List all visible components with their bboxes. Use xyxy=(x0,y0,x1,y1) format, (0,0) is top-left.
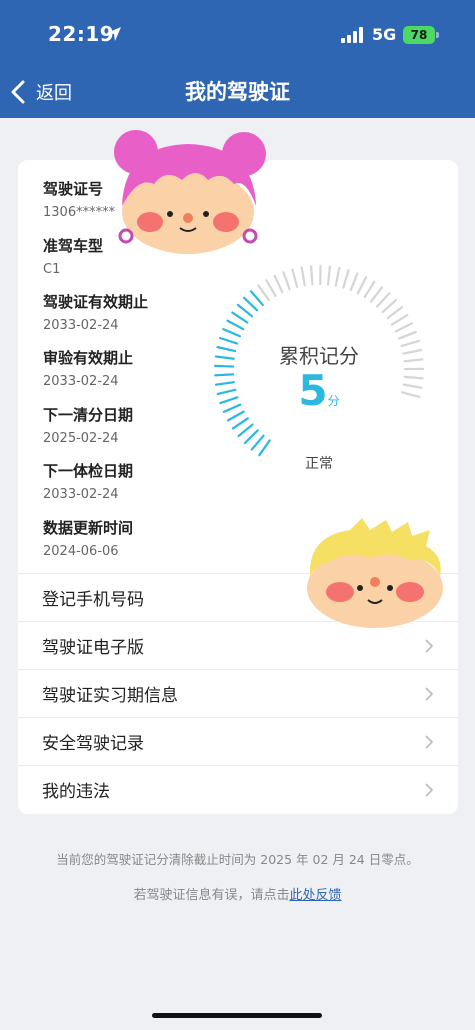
gauge-status: 正常 xyxy=(305,456,333,472)
gauge-tick xyxy=(249,290,264,307)
network-label: 5G xyxy=(372,25,397,44)
gauge-tick xyxy=(250,434,265,451)
gauge-tick xyxy=(222,328,242,338)
gauge-tick xyxy=(349,272,359,292)
menu-label: 驾驶证实习期信息 xyxy=(42,686,178,706)
gauge-tick xyxy=(326,265,332,286)
page-title: 我的驾驶证 xyxy=(185,80,290,104)
battery-level: 78 xyxy=(410,28,428,42)
info-label: 审验有效期止 xyxy=(43,349,134,367)
gauge-tick xyxy=(231,311,249,324)
gauge-tick xyxy=(370,286,384,303)
info-label: 数据更新时间 xyxy=(43,519,134,537)
gauge-tick xyxy=(309,265,314,286)
battery-cap xyxy=(436,32,439,38)
home-indicator xyxy=(152,1013,322,1018)
gauge-score: 5分 xyxy=(204,366,434,415)
info-license-number: 驾驶证号 1306****** xyxy=(43,178,115,220)
gauge-tick xyxy=(376,292,391,308)
info-label: 下一清分日期 xyxy=(43,406,134,424)
info-label: 下一体检日期 xyxy=(43,462,134,480)
info-next-checkup-date: 下一体检日期 2033-02-24 xyxy=(43,460,133,502)
info-next-clear-date: 下一清分日期 2025-02-24 xyxy=(43,404,133,446)
info-label: 驾驶证号 xyxy=(43,180,104,198)
info-value: 1306****** xyxy=(43,205,116,220)
boy-sticker-icon xyxy=(307,518,443,628)
feedback-link[interactable]: 此处反馈 xyxy=(290,888,342,903)
gauge-tick xyxy=(300,266,306,287)
battery-indicator: 78 xyxy=(403,26,435,44)
info-value: 2024-06-06 xyxy=(43,544,119,559)
score-unit: 分 xyxy=(327,394,340,408)
license-card: 驾驶证号 1306****** 准驾车型 C1 驾驶证有效期止 2033-02-… xyxy=(18,160,458,814)
feedback-prefix: 若驾驶证信息有误，请点击 xyxy=(133,888,290,903)
info-label: 驾驶证有效期止 xyxy=(43,293,149,311)
info-value: C1 xyxy=(43,262,61,277)
chevron-right-icon xyxy=(425,686,434,701)
info-value: 2025-02-24 xyxy=(43,431,119,446)
menu-item-my-violations[interactable]: 我的违法 xyxy=(18,765,458,813)
menu-label: 安全驾驶记录 xyxy=(42,734,144,754)
gauge-tick xyxy=(390,313,409,326)
menu-label: 登记手机号码 xyxy=(42,590,144,610)
gauge-tick xyxy=(342,269,350,289)
header: 22:19 5G 78 返回 我的驾驶证 xyxy=(0,0,475,118)
gauge-tick xyxy=(265,279,277,297)
gauge-tick xyxy=(236,303,254,318)
gauge-tick xyxy=(273,274,284,294)
menu-item-e-license[interactable]: 驾驶证电子版 xyxy=(18,621,458,669)
info-value: 2033-02-24 xyxy=(43,487,119,502)
chevron-right-icon xyxy=(425,782,434,797)
gauge-tick xyxy=(381,298,398,314)
gauge-tick xyxy=(334,266,341,287)
gauge-tick xyxy=(231,417,249,430)
menu-label: 驾驶证电子版 xyxy=(42,638,144,658)
chevron-right-icon xyxy=(425,638,434,653)
gauge-tick xyxy=(226,319,245,331)
menu-item-safe-driving-record[interactable]: 安全驾驶记录 xyxy=(18,717,458,765)
gauge-tick xyxy=(363,280,376,299)
signal-icon xyxy=(341,27,363,43)
chevron-right-icon xyxy=(425,734,434,749)
footer-note: 当前您的驾驶证记分清除截止时间为 2025 年 02 月 24 日零点。 xyxy=(56,852,419,867)
info-value: 2033-02-24 xyxy=(43,318,119,333)
gauge-tick xyxy=(282,271,291,291)
gauge-tick xyxy=(237,423,254,438)
info-vehicle-class: 准驾车型 C1 xyxy=(43,235,103,277)
menu-item-probation-info[interactable]: 驾驶证实习期信息 xyxy=(18,669,458,717)
gauge-tick xyxy=(243,429,259,445)
location-arrow-icon xyxy=(107,27,121,41)
gauge-tick xyxy=(397,330,417,340)
girl-sticker-icon xyxy=(114,130,266,254)
gauge-tick xyxy=(257,284,271,302)
gauge-tick xyxy=(394,322,414,333)
info-license-expiry: 驾驶证有效期止 2033-02-24 xyxy=(43,291,148,333)
score-value: 5 xyxy=(298,366,328,415)
gauge-tick xyxy=(243,296,259,312)
gauge-tick xyxy=(386,306,404,320)
gauge-tick xyxy=(291,268,299,288)
info-label: 准驾车型 xyxy=(43,237,104,255)
menu-label: 我的违法 xyxy=(42,782,110,802)
gauge-title: 累积记分 xyxy=(279,344,359,368)
info-value: 2033-02-24 xyxy=(43,374,119,389)
info-review-expiry: 审验有效期止 2033-02-24 xyxy=(43,347,133,389)
info-data-updated: 数据更新时间 2024-06-06 xyxy=(43,517,133,559)
gauge-tick xyxy=(356,276,368,295)
feedback-line: 若驾驶证信息有误，请点击此处反馈 xyxy=(0,884,475,903)
